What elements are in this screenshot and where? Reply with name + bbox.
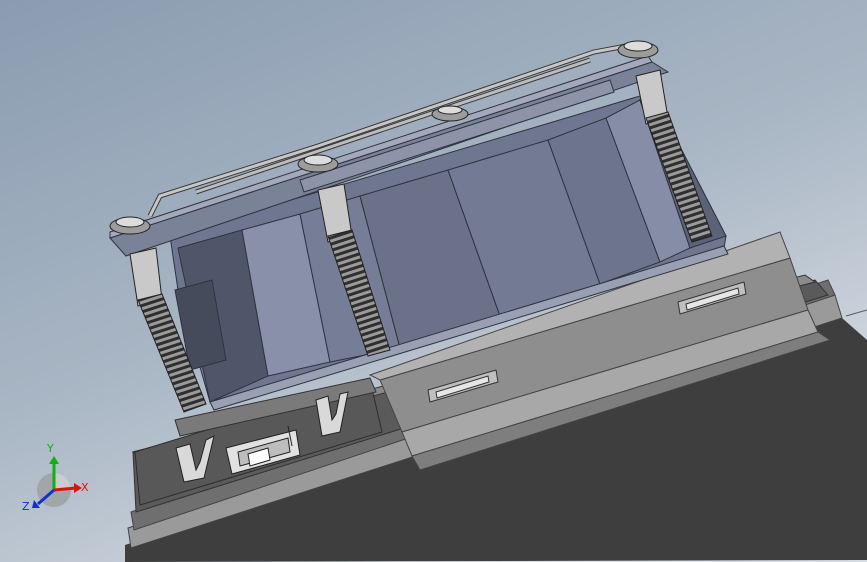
reference-triad[interactable]: Y X Z [18, 440, 98, 520]
cad-model-view[interactable] [0, 0, 867, 562]
triad-y-label: Y [46, 442, 54, 455]
triad-x-axis [53, 486, 77, 492]
graphics-viewport[interactable]: Y X Z [0, 0, 867, 562]
triad-z-label: Z [22, 500, 30, 513]
triad-x-label: X [81, 481, 89, 494]
